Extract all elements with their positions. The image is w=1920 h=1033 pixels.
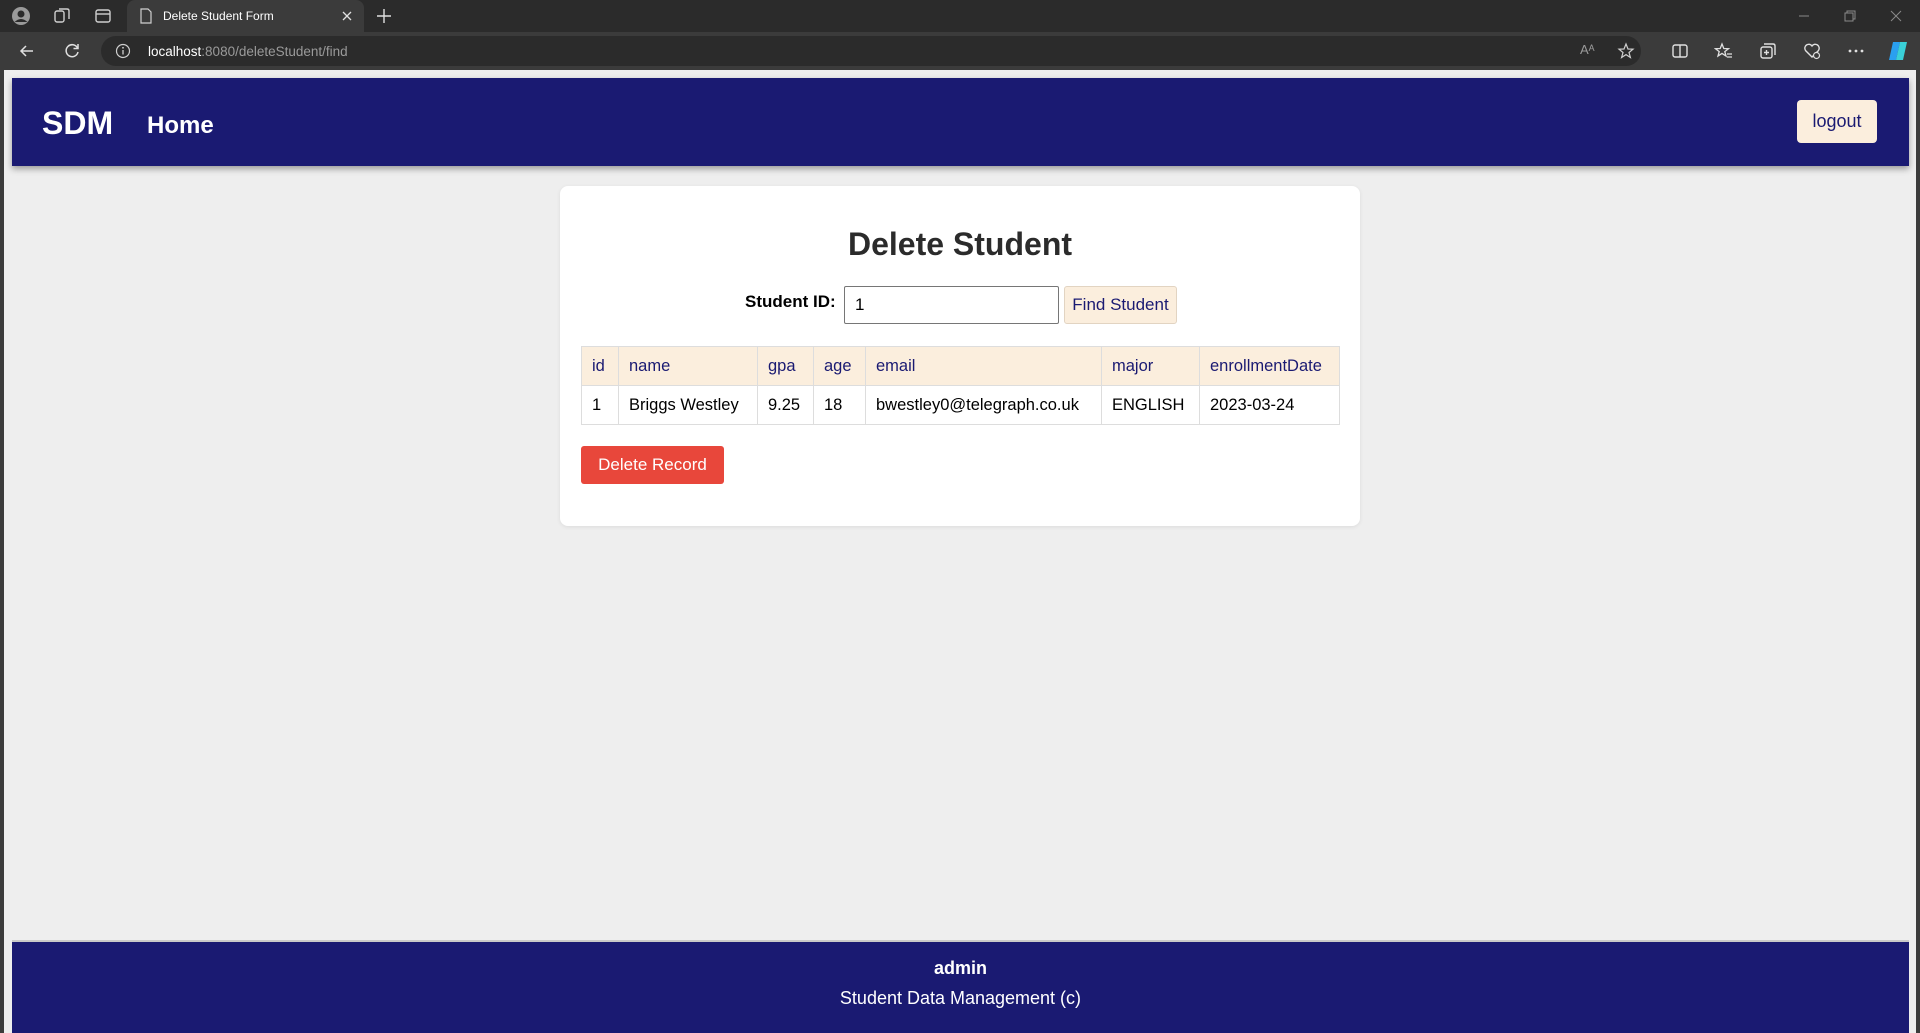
- logout-button[interactable]: logout: [1797, 100, 1877, 143]
- footer-copyright: Student Data Management (c): [839, 988, 1082, 1008]
- column-header-gpa: gpa: [757, 346, 814, 386]
- browser-toolbar: localhost:8080/deleteStudent/find Aᴬ: [0, 32, 1920, 70]
- cell-id: 1: [581, 385, 619, 425]
- vertical-tabs-icon[interactable]: [93, 6, 113, 26]
- column-header-email: email: [865, 346, 1102, 386]
- copilot-icon[interactable]: [1886, 39, 1910, 63]
- page-title: Delete Student: [847, 226, 1073, 262]
- profile-icon[interactable]: [11, 6, 31, 26]
- close-tab-icon[interactable]: [340, 9, 354, 23]
- site-info-icon[interactable]: [115, 43, 131, 59]
- back-icon[interactable]: [17, 41, 37, 61]
- new-tab-icon[interactable]: [374, 6, 394, 26]
- close-window-icon[interactable]: [1886, 6, 1906, 26]
- more-options-icon[interactable]: [1846, 41, 1866, 61]
- page-footer: admin Student Data Management (c): [12, 940, 1909, 1033]
- page-viewport: SDM Home logout Delete Student Student I…: [4, 70, 1916, 1033]
- refresh-icon[interactable]: [62, 41, 82, 61]
- top-navbar: SDM Home logout: [12, 78, 1909, 166]
- brand-logo[interactable]: SDM: [42, 105, 113, 142]
- footer-username: admin: [933, 958, 987, 978]
- table-header-row: id name gpa age email major enrollmentDa…: [581, 346, 1340, 386]
- favorites-icon[interactable]: [1714, 41, 1734, 61]
- collections-icon[interactable]: [1758, 41, 1778, 61]
- browser-titlebar: Delete Student Form: [0, 0, 1920, 32]
- student-id-input[interactable]: [844, 286, 1059, 324]
- student-id-label: Student ID:: [745, 292, 836, 311]
- cell-major: ENGLISH: [1101, 385, 1200, 425]
- read-aloud-icon[interactable]: Aᴬ: [1580, 42, 1595, 60]
- cell-name: Briggs Westley: [618, 385, 758, 425]
- cell-gpa: 9.25: [757, 385, 814, 425]
- table-row: 1 Briggs Westley 9.25 18 bwestley0@teleg…: [581, 385, 1340, 425]
- restore-icon[interactable]: [1840, 6, 1860, 26]
- split-screen-icon[interactable]: [1670, 41, 1690, 61]
- cell-email: bwestley0@telegraph.co.uk: [865, 385, 1102, 425]
- cell-enrollment-date: 2023-03-24: [1199, 385, 1340, 425]
- tab-title: Delete Student Form: [163, 9, 274, 23]
- minimize-icon[interactable]: [1794, 6, 1814, 26]
- column-header-name: name: [618, 346, 758, 386]
- browser-essentials-icon[interactable]: [1802, 41, 1822, 61]
- page-icon: [140, 8, 152, 24]
- delete-record-button[interactable]: Delete Record: [581, 446, 724, 484]
- browser-tab-active[interactable]: Delete Student Form: [127, 0, 364, 32]
- cell-age: 18: [813, 385, 866, 425]
- column-header-major: major: [1101, 346, 1200, 386]
- url-host: localhost: [148, 44, 202, 59]
- address-bar[interactable]: localhost:8080/deleteStudent/find Aᴬ: [101, 36, 1641, 66]
- column-header-id: id: [581, 346, 619, 386]
- delete-student-card: Delete Student Student ID: Find Student …: [560, 186, 1360, 526]
- workspaces-icon[interactable]: [52, 6, 72, 26]
- url-text[interactable]: localhost:8080/deleteStudent/find: [148, 44, 348, 59]
- column-header-age: age: [813, 346, 866, 386]
- url-path: :8080/deleteStudent/find: [201, 44, 348, 59]
- home-link[interactable]: Home: [147, 112, 214, 140]
- column-header-enrollment-date: enrollmentDate: [1199, 346, 1340, 386]
- student-results-table: id name gpa age email major enrollmentDa…: [581, 346, 1340, 425]
- favorite-star-icon[interactable]: [1617, 42, 1635, 60]
- find-student-button[interactable]: Find Student: [1064, 286, 1177, 324]
